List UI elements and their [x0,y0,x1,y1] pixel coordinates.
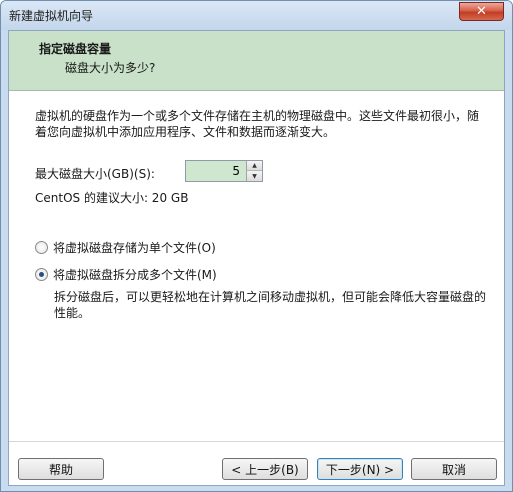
radio-label: 将虚拟磁盘存储为单个文件(O) [53,241,216,255]
wizard-window: 新建虚拟机向导 ✕ 指定磁盘容量 磁盘大小为多少? 虚拟机的硬盘作为一个或多个文… [0,0,513,492]
disk-size-label: 最大磁盘大小(GB)(S): [35,167,155,181]
next-button[interactable]: 下一步(N) > [317,458,403,480]
description-text: 虚拟机的硬盘作为一个或多个文件存储在主机的物理磁盘中。这些文件最初很小，随着您向… [35,109,480,139]
footer-divider [9,441,504,442]
wizard-content: 指定磁盘容量 磁盘大小为多少? 虚拟机的硬盘作为一个或多个文件存储在主机的物理磁… [8,30,505,486]
split-hint-text: 拆分磁盘后，可以更轻松地在计算机之间移动虚拟机，但可能会降低大容量磁盘的性能。 [54,290,487,320]
cancel-button[interactable]: 取消 [411,458,497,480]
back-button[interactable]: < 上一步(B) [222,458,308,480]
arrow-up-icon: ▲ [252,162,257,169]
close-button[interactable]: ✕ [459,2,504,21]
help-button[interactable]: 帮助 [18,458,104,480]
arrow-down-icon: ▼ [252,172,257,180]
recommended-size: CentOS 的建议大小: 20 GB [35,191,189,205]
radio-single-file[interactable]: 将虚拟磁盘存储为单个文件(O) [35,239,216,256]
radio-icon[interactable] [35,241,48,254]
page-subtitle: 磁盘大小为多少? [65,61,156,75]
title-bar: 新建虚拟机向导 ✕ [1,1,512,30]
window-title: 新建虚拟机向导 [9,9,94,23]
radio-label: 将虚拟磁盘拆分成多个文件(M) [53,268,217,282]
radio-checked-icon[interactable] [35,268,48,281]
radio-split-files[interactable]: 将虚拟磁盘拆分成多个文件(M) [35,266,217,283]
stepper-up-button[interactable]: ▲ [246,161,262,171]
wizard-header: 指定磁盘容量 磁盘大小为多少? [9,31,504,91]
disk-size-stepper[interactable]: ▲ ▼ [185,160,263,182]
close-icon: ✕ [476,4,487,19]
page-title: 指定磁盘容量 [39,42,112,56]
disk-size-input[interactable] [186,161,246,181]
stepper-down-button[interactable]: ▼ [246,171,262,181]
